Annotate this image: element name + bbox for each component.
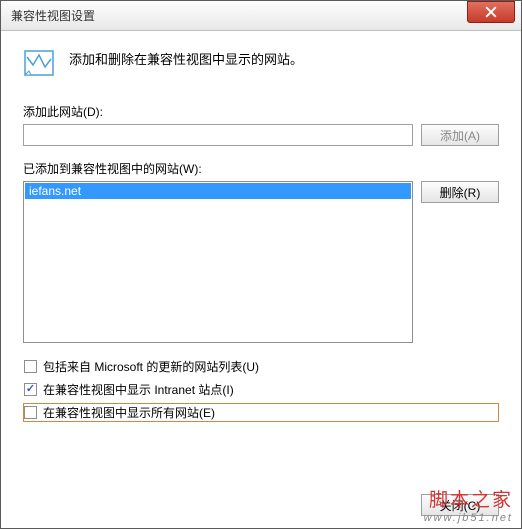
add-website-input[interactable] [23,124,413,146]
close-icon [485,6,497,18]
titlebar: 兼容性视图设置 [1,1,521,31]
checkbox[interactable] [24,383,37,396]
checkbox-label[interactable]: 在兼容性视图中显示 Intranet 站点(I) [43,381,234,398]
checkbox-group: 包括来自 Microsoft 的更新的网站列表(U) 在兼容性视图中显示 Intr… [23,357,499,422]
website-list-label: 已添加到兼容性视图中的网站(W): [23,160,499,177]
checkbox[interactable] [24,360,37,373]
dialog-window: 兼容性视图设置 添加和删除在兼容性视图中显示的网站。 添加此网站(D): 添加(… [0,0,522,529]
website-listbox[interactable]: iefans.net [23,181,413,343]
checkbox-row: 在兼容性视图中显示 Intranet 站点(I) [23,380,499,399]
checkbox-label[interactable]: 包括来自 Microsoft 的更新的网站列表(U) [43,358,259,375]
list-item[interactable]: iefans.net [25,183,411,199]
checkbox[interactable] [24,406,37,419]
dialog-content: 添加和删除在兼容性视图中显示的网站。 添加此网站(D): 添加(A) 已添加到兼… [1,31,521,442]
checkbox-row: 包括来自 Microsoft 的更新的网站列表(U) [23,357,499,376]
header-description: 添加和删除在兼容性视图中显示的网站。 [69,47,303,68]
window-close-button[interactable] [467,1,515,23]
close-button[interactable]: 关闭(C) [421,494,499,516]
remove-button[interactable]: 删除(R) [421,181,499,203]
add-website-label: 添加此网站(D): [23,103,499,120]
add-button[interactable]: 添加(A) [421,124,499,146]
checkbox-label[interactable]: 在兼容性视图中显示所有网站(E) [43,404,215,421]
compat-view-icon [23,47,55,79]
checkbox-row: 在兼容性视图中显示所有网站(E) [23,403,499,422]
dialog-footer: 关闭(C) [421,494,499,516]
window-title: 兼容性视图设置 [11,7,95,24]
